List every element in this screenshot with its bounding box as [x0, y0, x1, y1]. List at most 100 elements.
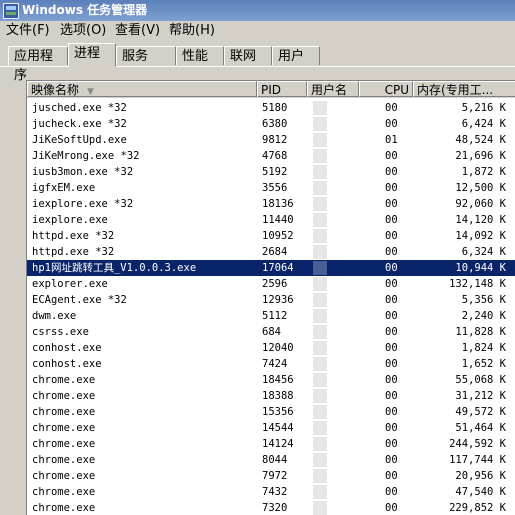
process-name: igfxEM.exe	[32, 182, 96, 194]
process-user	[313, 165, 327, 179]
process-cpu: 00	[385, 278, 398, 290]
process-name: chrome.exe	[32, 454, 96, 466]
tab-applications[interactable]: 应用程序	[8, 46, 68, 83]
process-pid: 2684	[262, 246, 288, 258]
process-cpu: 00	[385, 214, 398, 226]
process-name: ECAgent.exe *32	[32, 294, 127, 306]
process-name: httpd.exe *32	[32, 230, 115, 242]
process-pid: 18388	[262, 390, 294, 402]
table-row[interactable]: JiKeMrong.exe *32 4768 00 21,696 K	[27, 148, 515, 164]
table-row[interactable]: ECAgent.exe *32 12936 00 5,356 K	[27, 292, 515, 308]
table-row[interactable]: chrome.exe 7972 00 20,956 K	[27, 468, 515, 484]
process-user	[313, 421, 327, 435]
process-memory: 10,944 K	[455, 262, 506, 274]
menu-help[interactable]: 帮助(H)	[169, 21, 215, 41]
process-cpu: 00	[385, 438, 398, 450]
process-memory: 2,240 K	[461, 310, 506, 322]
process-user	[313, 309, 327, 323]
tab-users[interactable]: 用户	[272, 46, 320, 65]
table-row[interactable]: chrome.exe 7320 00 229,852 K	[27, 500, 515, 515]
process-name: chrome.exe	[32, 470, 96, 482]
table-row[interactable]: chrome.exe 15356 00 49,572 K	[27, 404, 515, 420]
table-row[interactable]: jucheck.exe *32 6380 00 6,424 K	[27, 116, 515, 132]
table-row[interactable]: chrome.exe 14544 00 51,464 K	[27, 420, 515, 436]
tab-processes[interactable]: 进程	[68, 43, 116, 67]
process-pid: 18456	[262, 374, 294, 386]
process-memory: 5,356 K	[461, 294, 506, 306]
process-name: iexplore.exe *32	[32, 198, 134, 210]
process-name: chrome.exe	[32, 422, 96, 434]
process-name: JiKeSoftUpd.exe	[32, 134, 127, 146]
table-row[interactable]: iusb3mon.exe *32 5192 00 1,872 K	[27, 164, 515, 180]
table-row[interactable]: dwm.exe 5112 00 2,240 K	[27, 308, 515, 324]
process-cpu: 00	[385, 502, 398, 514]
table-row[interactable]: httpd.exe *32 2684 00 6,324 K	[27, 244, 515, 260]
process-name: conhost.exe	[32, 358, 102, 370]
process-cpu: 00	[385, 470, 398, 482]
table-row[interactable]: JiKeSoftUpd.exe 9812 01 48,524 K	[27, 132, 515, 148]
menu-view[interactable]: 查看(V)	[115, 21, 160, 41]
table-row[interactable]: chrome.exe 14124 00 244,592 K	[27, 436, 515, 452]
process-memory: 20,956 K	[455, 470, 506, 482]
process-memory: 244,592 K	[449, 438, 506, 450]
table-row[interactable]: conhost.exe 7424 00 1,652 K	[27, 356, 515, 372]
tab-networking[interactable]: 联网	[224, 46, 272, 65]
process-pid: 7432	[262, 486, 288, 498]
process-name: chrome.exe	[32, 486, 96, 498]
process-pid: 7972	[262, 470, 288, 482]
process-user	[313, 117, 327, 131]
process-memory: 132,148 K	[449, 278, 506, 290]
process-user	[313, 101, 327, 115]
table-row[interactable]: jusched.exe *32 5180 00 5,216 K	[27, 100, 515, 116]
process-memory: 14,120 K	[455, 214, 506, 226]
column-header-pid[interactable]: PID	[257, 81, 307, 97]
table-row[interactable]: csrss.exe 684 00 11,828 K	[27, 324, 515, 340]
sort-descending-icon: ▼	[87, 87, 94, 97]
process-memory: 14,092 K	[455, 230, 506, 242]
table-row[interactable]: igfxEM.exe 3556 00 12,500 K	[27, 180, 515, 196]
process-memory: 21,696 K	[455, 150, 506, 162]
table-row[interactable]: httpd.exe *32 10952 00 14,092 K	[27, 228, 515, 244]
process-memory: 92,060 K	[455, 198, 506, 210]
process-cpu: 00	[385, 102, 398, 114]
process-cpu: 00	[385, 390, 398, 402]
process-user	[313, 341, 327, 355]
process-user	[313, 197, 327, 211]
process-name: iusb3mon.exe *32	[32, 166, 134, 178]
process-memory: 51,464 K	[455, 422, 506, 434]
process-pid: 15356	[262, 406, 294, 418]
process-cpu: 00	[385, 422, 398, 434]
tab-services[interactable]: 服务	[116, 46, 176, 65]
table-row[interactable]: chrome.exe 8044 00 117,744 K	[27, 452, 515, 468]
process-list[interactable]: 映像名称 ▼ PID 用户名 CPU 内存(专用工... jusched.exe …	[26, 80, 515, 515]
process-memory: 6,324 K	[461, 246, 506, 258]
process-pid: 2596	[262, 278, 288, 290]
process-cpu: 00	[385, 486, 398, 498]
process-pid: 10952	[262, 230, 294, 242]
column-header-user-name[interactable]: 用户名	[307, 81, 359, 97]
table-row[interactable]: chrome.exe 7432 00 47,540 K	[27, 484, 515, 500]
column-header-image-name[interactable]: 映像名称 ▼	[27, 81, 257, 97]
table-row[interactable]: iexplore.exe *32 18136 00 92,060 K	[27, 196, 515, 212]
process-cpu: 00	[385, 358, 398, 370]
process-pid: 6380	[262, 118, 288, 130]
menu-file[interactable]: 文件(F)	[6, 21, 50, 41]
table-row[interactable]: iexplore.exe 11440 00 14,120 K	[27, 212, 515, 228]
tab-performance[interactable]: 性能	[176, 46, 224, 65]
table-row[interactable]: chrome.exe 18456 00 55,068 K	[27, 372, 515, 388]
table-row[interactable]: hp1网址跳转工具_V1.0.0.3.exe 17064 00 10,944 K	[27, 260, 515, 276]
title-bar[interactable]: Windows 任务管理器	[0, 0, 515, 21]
process-name: JiKeMrong.exe *32	[32, 150, 140, 162]
process-user	[313, 357, 327, 371]
process-memory: 48,524 K	[455, 134, 506, 146]
column-header-cpu[interactable]: CPU	[359, 81, 413, 97]
table-row[interactable]: conhost.exe 12040 00 1,824 K	[27, 340, 515, 356]
process-name: chrome.exe	[32, 406, 96, 418]
column-header-memory[interactable]: 内存(专用工...	[413, 81, 515, 97]
tab-strip: 应用程序 进程 服务 性能 联网 用户	[0, 42, 515, 83]
table-row[interactable]: explorer.exe 2596 00 132,148 K	[27, 276, 515, 292]
menu-options[interactable]: 选项(O)	[60, 21, 106, 41]
process-cpu: 00	[385, 198, 398, 210]
process-pid: 4768	[262, 150, 288, 162]
table-row[interactable]: chrome.exe 18388 00 31,212 K	[27, 388, 515, 404]
